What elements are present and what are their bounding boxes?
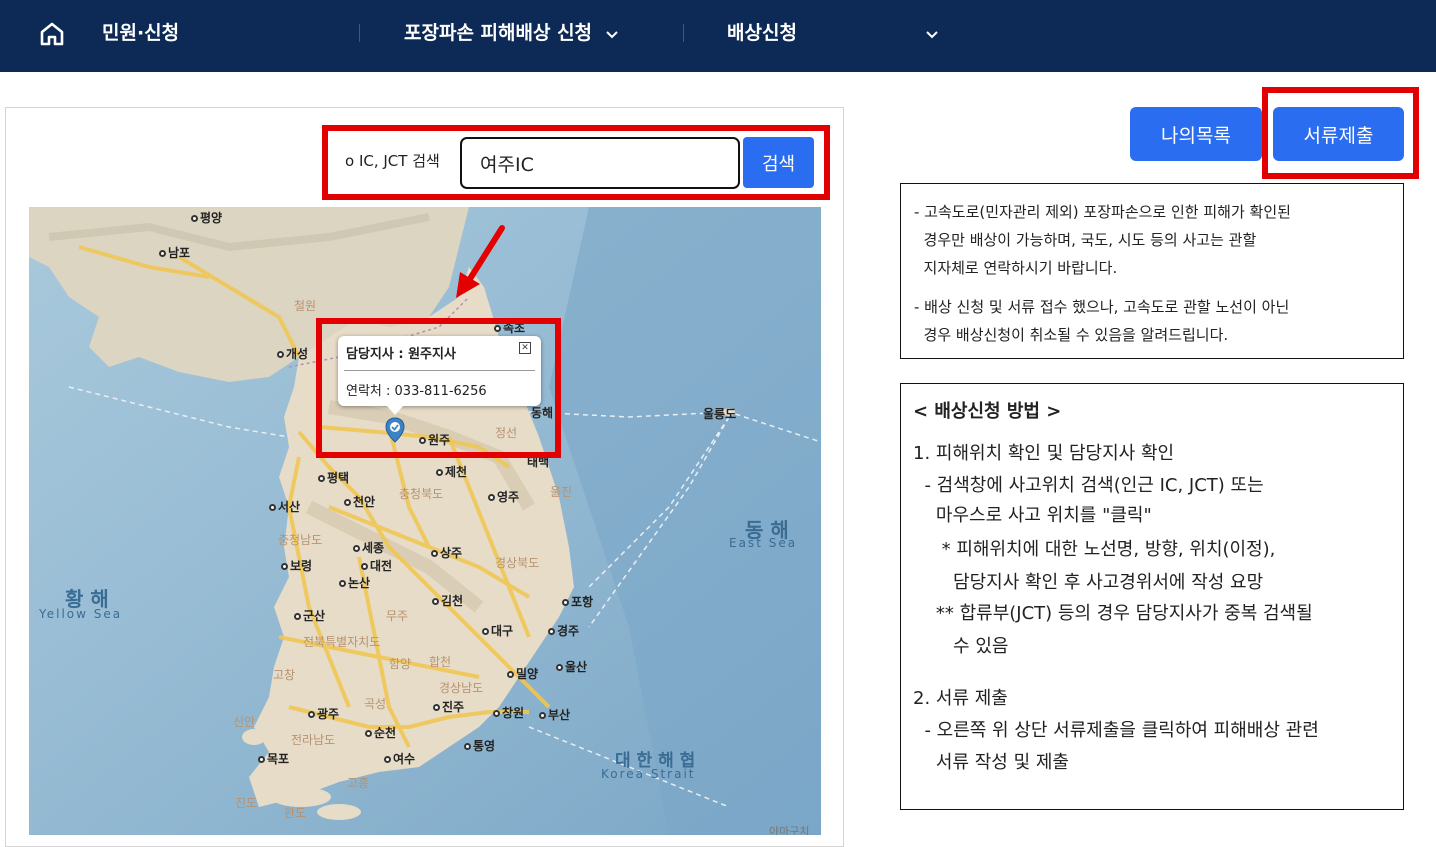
map-label: 여수 bbox=[393, 752, 416, 766]
notice-box: - 고속도로(민자관리 제외) 포장파손으로 인한 피해가 확인된 경우만 배상… bbox=[900, 183, 1404, 359]
map-label: 고흥 bbox=[347, 776, 370, 790]
map-label: 완도 bbox=[284, 806, 307, 820]
guide-line: - 오른쪽 위 상단 서류제출을 클릭하여 피해배상 관련 bbox=[913, 720, 1319, 741]
guide-line: 마우스로 사고 위치를 "클릭" bbox=[913, 505, 1152, 526]
popup-contact: 연락처 : 033-811-6256 bbox=[346, 384, 487, 399]
map-label: 천안 bbox=[353, 495, 376, 509]
map-label: 신안 bbox=[233, 715, 256, 729]
map-label: 창원 bbox=[502, 706, 525, 720]
map-label: 대전 bbox=[370, 559, 393, 573]
info-popup: 담당지사 : 원주지사 ✕ 연락처 : 033-811-6256 bbox=[338, 336, 541, 406]
chevron-down-icon bbox=[605, 30, 618, 38]
popup-divider bbox=[344, 370, 535, 371]
map-label: 통영 bbox=[473, 739, 496, 753]
guide-line: 서류 작성 및 제출 bbox=[913, 752, 1069, 773]
map-label: 진주 bbox=[442, 700, 465, 714]
nav-item-claim[interactable]: 배상신청 bbox=[727, 20, 797, 46]
map-label: 부산 bbox=[548, 708, 571, 722]
search-label: o IC, JCT 검색 bbox=[345, 152, 440, 170]
map-label: 김천 bbox=[441, 594, 464, 608]
map-label: 군산 bbox=[303, 609, 326, 623]
map-label: 밀양 bbox=[516, 667, 539, 681]
guide-step-heading: 2. 서류 제출 bbox=[913, 688, 1008, 709]
guide-line: - 검색창에 사고위치 검색(인근 IC, JCT) 또는 bbox=[913, 475, 1264, 496]
map-label: 충청남도 bbox=[278, 533, 323, 547]
map-label: 철원 bbox=[294, 299, 317, 313]
map-label: 울진 bbox=[550, 485, 573, 499]
map-label: 순천 bbox=[374, 726, 397, 740]
map-label: 평양 bbox=[200, 211, 223, 225]
nav-item-label: 포장파손 피해배상 신청 bbox=[404, 22, 593, 44]
map-label: 논산 bbox=[348, 576, 371, 590]
guide-line: * 피해위치에 대한 노선명, 방향, 위치(이정), bbox=[913, 539, 1276, 560]
chevron-down-icon[interactable] bbox=[925, 27, 939, 41]
home-icon[interactable] bbox=[38, 20, 66, 48]
popup-title: 담당지사 : 원주지사 bbox=[346, 347, 456, 362]
map-label: 합천 bbox=[429, 655, 452, 669]
top-nav: 민원·신청 포장파손 피해배상 신청 배상신청 bbox=[0, 0, 1436, 72]
guide-step-heading: 1. 피해위치 확인 및 담당지사 확인 bbox=[913, 443, 1175, 464]
map-label: 경상북도 bbox=[495, 556, 540, 570]
map-label: 상주 bbox=[440, 546, 463, 560]
search-button[interactable]: 검색 bbox=[743, 137, 814, 188]
guide-line: 수 있음 bbox=[913, 636, 1009, 657]
map-label: 남포 bbox=[168, 246, 191, 260]
map-label: 개성 bbox=[286, 347, 309, 361]
map-label: 경상남도 bbox=[439, 681, 484, 695]
nav-item-label: 민원·신청 bbox=[102, 22, 180, 44]
map-label: 평택 bbox=[327, 471, 350, 485]
map-label: 세종 bbox=[362, 541, 385, 555]
map-sea-label: Yellow Sea bbox=[39, 607, 123, 621]
guide-box: < 배상신청 방법 > 1. 피해위치 확인 및 담당지사 확인 - 검색창에 … bbox=[900, 383, 1404, 810]
guide-title: < 배상신청 방법 > bbox=[913, 401, 1062, 422]
map-label: 광주 bbox=[317, 707, 340, 721]
my-list-button[interactable]: 나의목록 bbox=[1130, 107, 1262, 161]
map-label: 함양 bbox=[389, 657, 412, 671]
map-sea-label: Korea Strait bbox=[601, 767, 696, 781]
guide-line: 담당지사 확인 후 사고경위서에 작성 요망 bbox=[913, 572, 1264, 593]
map-label: 대구 bbox=[491, 624, 514, 638]
close-icon[interactable]: ✕ bbox=[519, 342, 531, 354]
map-label: 목포 bbox=[267, 752, 290, 766]
submit-documents-button[interactable]: 서류제출 bbox=[1273, 107, 1404, 161]
nav-divider bbox=[683, 24, 684, 42]
map-sea-label: East Sea bbox=[729, 536, 798, 550]
map-label: 충청북도 bbox=[399, 487, 444, 501]
nav-divider bbox=[359, 24, 360, 42]
map-label: 진도 bbox=[235, 796, 258, 810]
search-input[interactable] bbox=[460, 137, 740, 189]
map-label: 포항 bbox=[571, 595, 594, 609]
nav-item-pavement-damage[interactable]: 포장파손 피해배상 신청 bbox=[404, 20, 619, 46]
map-background bbox=[29, 207, 821, 835]
popup-tail bbox=[386, 405, 404, 415]
map-label: 무주 bbox=[386, 609, 409, 623]
map-label: 전라남도 bbox=[291, 733, 336, 747]
arrow-annotation-icon bbox=[456, 225, 505, 298]
map-label: 제천 bbox=[445, 465, 468, 479]
map[interactable]: 평양 남포 철원 개성 속초 원주 정선 동해 울릉도 평택 제천 태백 서산 … bbox=[29, 207, 821, 835]
nav-item-civil[interactable]: 민원·신청 bbox=[102, 20, 179, 46]
map-label: 울릉도 bbox=[703, 407, 737, 421]
notice-paragraph: - 배상 신청 및 서류 접수 했으나, 고속도로 관할 노선이 아닌 경우 배… bbox=[914, 298, 1290, 344]
map-label: 보령 bbox=[290, 559, 313, 573]
guide-line: ** 합류부(JCT) 등의 경우 담당지사가 중복 검색될 bbox=[913, 603, 1313, 624]
map-label: 영주 bbox=[497, 490, 520, 504]
map-label: 경주 bbox=[557, 624, 580, 638]
map-label: 고창 bbox=[273, 668, 296, 682]
map-label: 곡성 bbox=[364, 697, 387, 711]
map-label: 서산 bbox=[278, 500, 301, 514]
notice-paragraph: - 고속도로(민자관리 제외) 포장파손으로 인한 피해가 확인된 경우만 배상… bbox=[914, 203, 1291, 277]
nav-item-label: 배상신청 bbox=[727, 22, 797, 44]
map-label: 울산 bbox=[565, 660, 588, 674]
map-label: 전북특별자치도 bbox=[303, 635, 381, 649]
map-label: 야마구치 bbox=[769, 825, 810, 835]
